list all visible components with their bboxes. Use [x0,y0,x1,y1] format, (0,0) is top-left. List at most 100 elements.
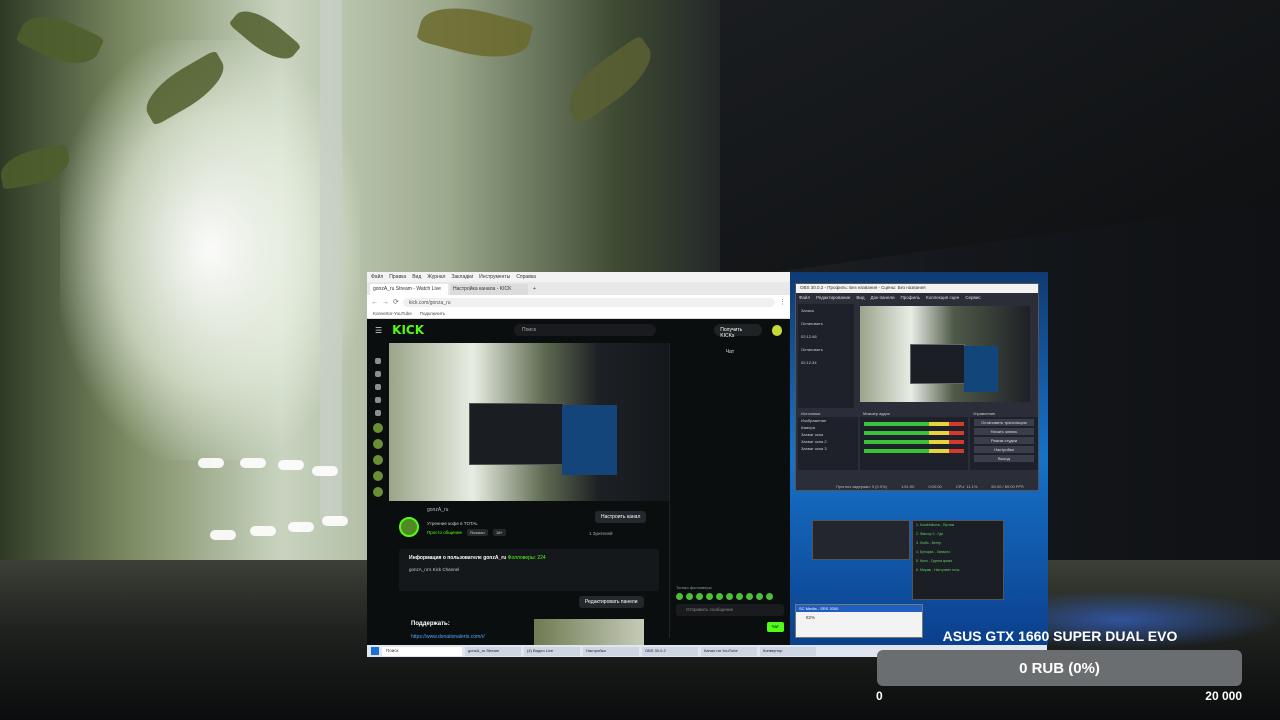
obs-stop-button[interactable]: Остановить [798,317,854,330]
following-icon[interactable] [375,384,381,390]
get-kicks-button[interactable]: Получить KICKs [714,324,762,339]
chat-title: Чат [725,349,735,355]
exit-button[interactable]: Выход [974,455,1034,462]
loading-dash [278,460,304,470]
playlist-item[interactable]: 3. Любэ - Ветер [913,539,1003,548]
obs-menu-item[interactable]: Редактирование [816,295,850,300]
emote-icon[interactable] [726,593,733,600]
emote-icon[interactable] [756,593,763,600]
extensions-icon[interactable]: ⋮ [779,298,786,306]
channel-avatar[interactable] [373,471,383,481]
obs-record-label[interactable]: Запись [798,304,854,317]
playlist-item[interactable]: 5. Кино - Группа крови [913,557,1003,566]
source-item[interactable]: Камера [798,424,858,431]
menu-tools[interactable]: Инструменты [479,274,510,280]
recommended-icon[interactable] [375,410,381,416]
emote-icon[interactable] [676,593,683,600]
stop-stream-button[interactable]: Остановить трансляцию [974,419,1034,426]
stream-category[interactable]: Просто общение Russian 18+ [427,529,506,536]
stream-video-player[interactable] [389,343,669,501]
emote-icon[interactable] [696,593,703,600]
kick-sidebar [367,351,389,641]
bookmark-item[interactable]: Konvertor-YouTube [373,311,412,316]
obs-menu-item[interactable]: Сервис [965,295,980,300]
menu-history[interactable]: Журнал [427,274,445,280]
stream-info: gonzA_ru Утренние кофе в TOTAL Просто об… [389,501,669,645]
back-icon[interactable]: ← [371,299,378,306]
emote-icon[interactable] [716,593,723,600]
plant-leaf [416,0,534,69]
audio-player-window[interactable] [812,520,910,560]
obs-menu-item[interactable]: Вид [856,295,864,300]
donation-link[interactable]: https://www.donationalerts.com/r/ [411,634,485,640]
source-item[interactable]: Захват окна 2 [798,438,858,445]
chat-send-button[interactable]: Чат [766,622,784,632]
tab-kick-stream[interactable]: gonzA_ru Stream - Watch Live [370,284,448,295]
tag-badge[interactable]: 18+ [492,529,506,536]
home-icon[interactable] [375,358,381,364]
menu-file[interactable]: Файл [371,274,383,280]
edit-panels-button[interactable]: Редактировать панели [579,596,644,608]
emote-icon[interactable] [746,593,753,600]
audio-meter [864,449,964,453]
settings-button[interactable]: Настройки [974,446,1034,453]
emote-icon[interactable] [736,593,743,600]
category-label[interactable]: Просто общение [427,530,462,535]
source-item[interactable]: Захват окна 3 [798,445,858,452]
laptop-screen [720,0,1280,281]
start-icon[interactable] [371,647,379,655]
donation-goal-bar: 0 RUB (0%) [877,650,1242,686]
channel-avatar[interactable] [373,455,383,465]
obs-menu-item[interactable]: Файл [799,295,810,300]
user-avatar[interactable] [771,324,782,336]
start-record-button[interactable]: Начать запись [974,428,1034,435]
obs-menu-item[interactable]: Коллекция сцен [926,295,959,300]
source-item[interactable]: Захват окна [798,431,858,438]
browse-icon[interactable] [375,371,381,377]
hamburger-menu-icon[interactable]: ☰ [375,326,382,335]
streamer-avatar[interactable] [399,517,419,537]
reload-icon[interactable]: ⟳ [393,298,399,306]
menu-bookmarks[interactable]: Закладки [451,274,473,280]
menu-view[interactable]: Вид [412,274,421,280]
channel-avatar[interactable] [373,487,383,497]
obs-menu-item[interactable]: Док-панели [871,295,895,300]
taskbar-search[interactable]: Поиск [382,646,462,656]
new-tab-button[interactable]: + [530,284,542,295]
channel-avatar[interactable] [373,423,383,433]
playlist-item[interactable]: 1. Kostelnikova - Путник [913,521,1003,530]
kick-logo[interactable]: KICK [392,323,424,337]
channel-setup-button[interactable]: Настроить канал [595,511,647,523]
clips-icon[interactable] [375,397,381,403]
forward-icon[interactable]: → [382,299,389,306]
playlist-item[interactable]: 6. Мираж - Наступает ночь [913,566,1003,575]
emote-icon[interactable] [706,593,713,600]
obs-menu-item[interactable]: Профиль [901,295,920,300]
address-bar[interactable]: kick.com/gonza_ru [402,297,775,307]
taskbar-item[interactable]: OBS 30.0.2 [642,646,698,656]
taskbar-item[interactable]: Конвертор [760,646,816,656]
bookmark-item[interactable]: Подключить [420,311,445,316]
studio-mode-button[interactable]: Режим студии [974,437,1034,444]
streamer-name[interactable]: gonzA_ru [427,507,448,513]
volume-value[interactable]: 82% [796,612,922,623]
taskbar-item[interactable]: (4) Видео Live [524,646,580,656]
menu-help[interactable]: Справка [516,274,536,280]
taskbar-item[interactable]: gonzA_ru Stream [465,646,521,656]
source-item[interactable]: Изображение [798,417,858,424]
playlist-item[interactable]: 2. Фактор 2 - Где [913,530,1003,539]
emote-icon[interactable] [766,593,773,600]
emote-icon[interactable] [686,593,693,600]
chat-message-input[interactable]: Отправить сообщение [676,604,784,616]
taskbar-item[interactable]: Канал на YouTube [701,646,757,656]
playlist-item[interactable]: 4. Бутырка - Запахло [913,548,1003,557]
about-panel: Информация о пользователе gonzA_ru Фолло… [399,549,659,591]
channel-avatar[interactable] [373,439,383,449]
menu-edit[interactable]: Правка [389,274,406,280]
taskbar-item[interactable]: Настройка [583,646,639,656]
tag-badge[interactable]: Russian [467,529,488,536]
tab-channel-settings[interactable]: Настройка канала - KICK [450,284,528,295]
search-input[interactable]: Поиск [514,324,657,336]
loading-dash [312,466,338,476]
obs-stop-button[interactable]: Остановить [798,343,854,356]
